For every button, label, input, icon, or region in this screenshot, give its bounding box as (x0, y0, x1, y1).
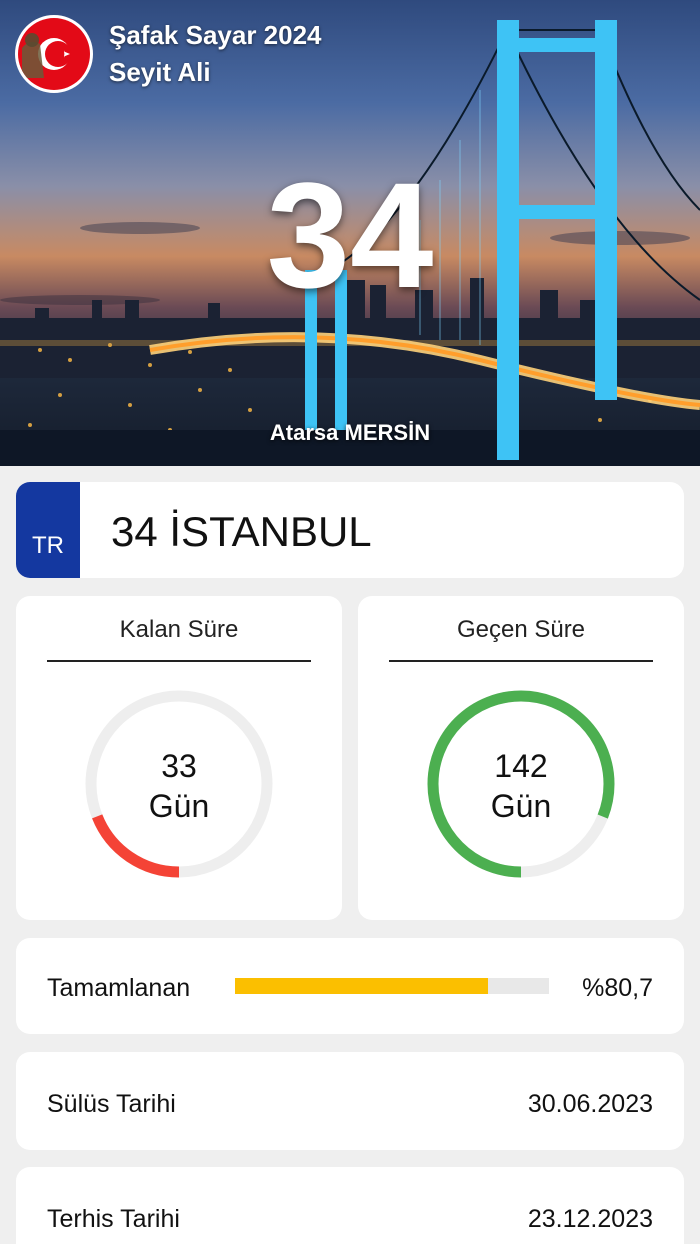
hero-banner: Şafak Sayar 2024 Seyit Ali 34 Atarsa MER… (0, 0, 700, 466)
city-plate-text: 34 İSTANBUL (111, 508, 372, 555)
city-plate-card[interactable]: TR 34 İSTANBUL (16, 482, 684, 578)
discharge-date-label: Terhis Tarihi (47, 1205, 180, 1233)
divider (47, 660, 311, 662)
elapsed-days-card: Geçen Süre 142 Gün (358, 596, 684, 920)
elapsed-title: Geçen Süre (456, 616, 586, 643)
country-code-strip: TR (16, 482, 80, 578)
remaining-days-unit: Gün (148, 788, 210, 824)
start-date-label: Sülüs Tarihi (47, 1090, 176, 1118)
start-date-value: 30.06.2023 (527, 1090, 653, 1118)
avatar[interactable] (15, 15, 93, 93)
remaining-days-value: 33 (161, 748, 197, 784)
elapsed-days-unit: Gün (490, 788, 552, 824)
plate-number-display: 34 (266, 151, 434, 319)
completion-label: Tamamlanan (47, 974, 191, 1002)
turkish-flag-soldier-icon (18, 18, 90, 90)
completion-progress-fill (235, 978, 489, 994)
completion-progress-bar (235, 978, 549, 994)
app-title: Şafak Sayar 2024 (109, 20, 322, 50)
start-date-row: Sülüs Tarihi 30.06.2023 (16, 1052, 684, 1150)
divider (389, 660, 653, 662)
user-name: Seyit Ali (109, 57, 211, 87)
completion-percent: %80,7 (582, 974, 653, 1002)
completion-card: Tamamlanan %80,7 (16, 938, 684, 1034)
location-label: Atarsa MERSİN (269, 420, 431, 445)
remaining-title: Kalan Süre (119, 616, 239, 643)
remaining-days-card: Kalan Süre 33 Gün (16, 596, 342, 920)
discharge-date-value: 23.12.2023 (527, 1205, 653, 1233)
elapsed-days-value: 142 (494, 748, 548, 784)
discharge-date-row: Terhis Tarihi 23.12.2023 (16, 1167, 684, 1244)
